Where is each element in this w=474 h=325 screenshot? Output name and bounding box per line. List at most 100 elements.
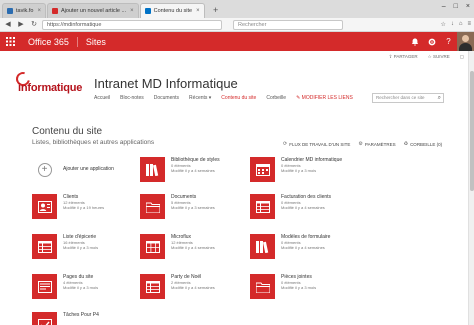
tile-modified: Modifié il y a 3 mois [63,245,99,250]
nav-item-documents[interactable]: Documents [154,95,179,101]
suite-section[interactable]: Sites [78,37,106,47]
pages-icon [32,274,57,299]
bookmark-icon[interactable]: ☆ [440,21,445,28]
minimize-icon[interactable]: – [442,3,446,10]
settings-label: PARAMÈTRES [364,141,396,147]
tile-text: Liste d'épicerie 16 éléments Modifié il y … [63,234,98,259]
page-scrollbar[interactable] [468,51,474,325]
tile-modified: Modifié il y a 19 heures [63,205,105,210]
library-icon [140,157,165,182]
site-search-input[interactable]: Rechercher dans ce site ⌕ [372,93,444,103]
maximize-icon[interactable]: □ [454,3,458,10]
site-content-tile[interactable]: + Ajouter une application [32,157,114,182]
browser-tab-1[interactable]: tavik.fo × [2,3,46,18]
tile-modified: Modifié il y a 3 semaines [171,205,215,210]
tile-text: Clients 12 éléments Modifié il y a 19 heur… [63,194,104,219]
reload-icon[interactable]: ↻ [29,20,39,30]
avatar[interactable] [457,32,474,51]
tile-text: Pièces jointes 0 éléments Modifié il y a 3… [281,274,316,299]
site-content-tile[interactable]: Facturation des clients 0 éléments Modifié… [250,194,331,219]
contacts-icon [32,194,57,219]
nav-item-accueil[interactable]: Accueil [94,95,110,101]
scrollbar-thumb[interactable] [470,71,474,191]
browser-tab-2[interactable]: Ajouter un nouvel article ... × [46,3,139,18]
page-subtitle: Listes, bibliothèques et autres applicat… [32,139,155,146]
edit-links-button[interactable]: ✎ MODIFIER LES LIENS [296,95,353,101]
close-icon[interactable]: × [33,8,41,14]
site-content-tile[interactable]: Tâches Pour P4 [32,312,99,325]
tile-modified: Modifié il y a 4 semaines [171,168,215,173]
new-tab-button[interactable]: + [209,4,223,16]
site-content-tile[interactable]: Clients 12 éléments Modifié il y a 19 heur… [32,194,104,219]
browser-tab-3[interactable]: Contenu du site × [139,3,205,18]
tile-text: Tâches Pour P4 [63,312,99,325]
tile-name[interactable]: Tâches Pour P4 [63,312,99,318]
tasks-icon [32,312,57,325]
site-content-tile[interactable]: Pages du site 4 éléments Modifié il y a 3 … [32,274,98,299]
favicon-icon [144,8,151,14]
tile-modified: Modifié il y a 4 semaines [281,205,325,210]
nav-item-contenu-du-site[interactable]: Contenu du site [221,95,256,101]
share-button[interactable]: ⇪ PARTAGER [389,54,418,60]
tile-text: Ajouter une application [63,166,114,182]
site-content-tile[interactable]: Calendrier MD informatique 0 éléments Modi… [250,157,342,182]
follow-label: SUIVRE [432,54,450,59]
tile-text: Pages du site 4 éléments Modifié il y a 3 … [63,274,98,299]
site-content-tile[interactable]: Documents 5 éléments Modifié il y a 3 sema… [140,194,215,219]
documents-icon [140,194,165,219]
search-icon[interactable]: ⌕ [438,94,441,102]
browser-search-field[interactable]: Rechercher [233,19,343,30]
site-content-tile[interactable]: Party de Noël 2 éléments Modifié il y a 4 … [140,274,215,299]
favicon-icon [7,8,13,14]
app-launcher-icon[interactable] [0,32,20,51]
nav-item-corbeille[interactable]: Corbeille [266,95,286,101]
tile-name[interactable]: Ajouter une application [63,166,114,172]
page-title: Contenu du site [32,126,103,137]
list-icon [250,194,275,219]
site-content-tile[interactable]: Modèles de formulaire 0 éléments Modifié i… [250,234,330,259]
tile-text: Calendrier MD informatique 0 éléments Modi… [281,157,342,182]
settings-gear-icon[interactable] [423,32,440,51]
download-icon[interactable]: ↓ [451,21,454,28]
settings-button[interactable]: ⚙ PARAMÈTRES [358,141,395,147]
close-icon[interactable]: × [192,8,200,14]
close-window-icon[interactable]: × [466,3,470,10]
site-content-tile[interactable]: Pièces jointes 0 éléments Modifié il y a 3… [250,274,316,299]
table-icon [140,234,165,259]
window-controls: – □ × [442,3,470,10]
suite-app-name[interactable]: Office 365 [20,36,78,47]
browser-tab-label: Ajouter un nouvel article ... [60,8,127,14]
top-navigation: Accueil Bloc-notes Documents Récents ▾ C… [94,95,353,101]
tile-text: Facturation des clients 0 éléments Modifié… [281,194,331,219]
nav-item-recents[interactable]: Récents ▾ [189,95,211,101]
tile-text: Modèles de formulaire 0 éléments Modifié i… [281,234,330,259]
url-field[interactable]: https://mdinformatique [42,19,222,30]
notifications-icon[interactable] [406,32,423,51]
focus-icon[interactable]: ▢ [460,54,464,60]
follow-button[interactable]: ☆ SUIVRE [428,54,450,60]
site-content-tile[interactable]: Liste d'épicerie 16 éléments Modifié il y … [32,234,98,259]
site-workflows-button[interactable]: ⟳ FLUX DE TRAVAIL D'UN SITE [283,141,350,147]
site-logo[interactable]: informatique [13,69,88,98]
recycle-bin-button[interactable]: ♻ CORBEILLE (0) [404,141,443,147]
site-title[interactable]: Intranet MD Informatique [94,76,238,91]
home-icon[interactable]: ⌂ [459,21,463,28]
nav-item-bloc-notes[interactable]: Bloc-notes [120,95,144,101]
help-icon[interactable]: ? [440,32,457,51]
site-content-tile[interactable]: Microflux 12 éléments Modifié il y a 4 sem… [140,234,215,259]
back-icon[interactable]: ◀ [3,20,13,30]
recycle-icon: ♻ [403,141,409,147]
library-icon [250,234,275,259]
tile-modified: Modifié il y a 3 mois [281,168,317,173]
gear-icon: ⚙ [358,141,363,147]
forward-icon[interactable]: ▶ [16,20,26,30]
list-icon [140,274,165,299]
menu-icon[interactable]: ≡ [467,21,471,28]
site-content-tile[interactable]: Bibliothèque de styles 0 éléments Modifié … [140,157,220,182]
browser-tab-label: Contenu du site [153,8,193,14]
edit-links-label: MODIFIER LES LIENS [301,95,353,101]
site-search-placeholder: Rechercher dans ce site [376,95,425,100]
browser-toolbar: ◀ ▶ ↻ https://mdinformatique Rechercher … [0,18,474,32]
chevron-down-icon: ▾ [208,95,212,101]
close-icon[interactable]: × [126,8,134,14]
